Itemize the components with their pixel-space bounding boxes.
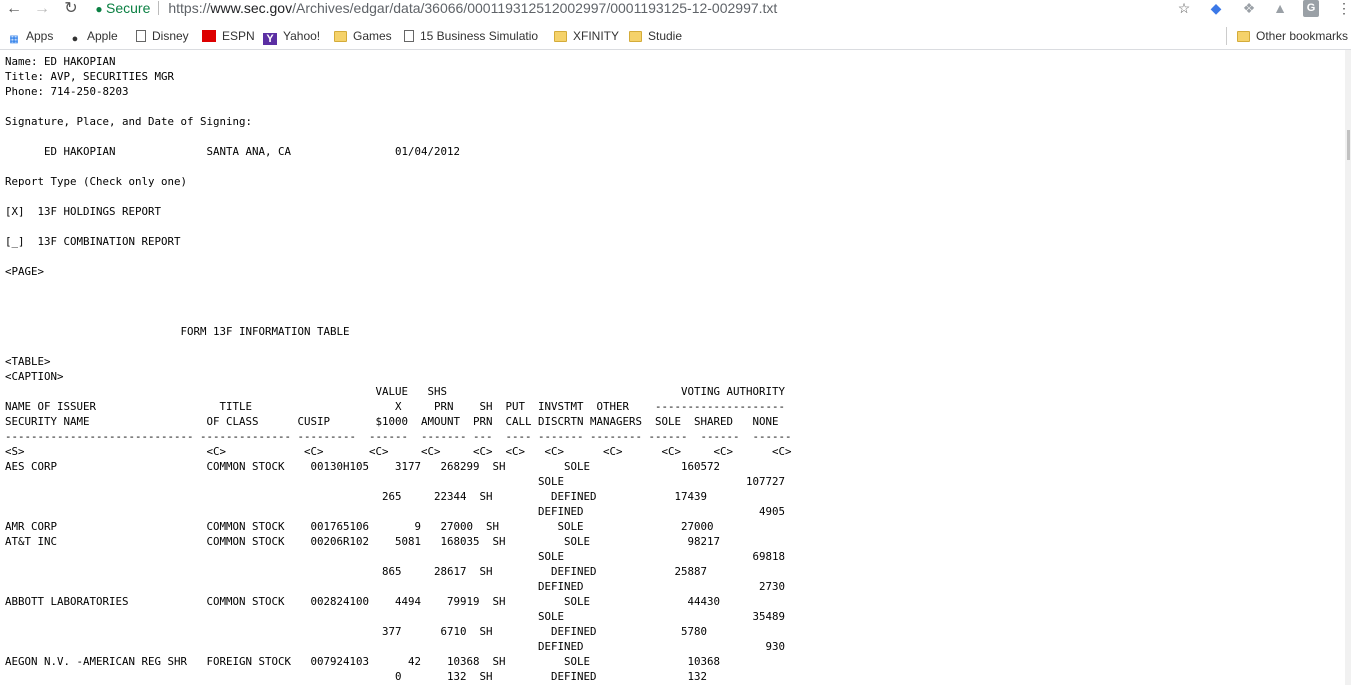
text-line: VALUE SHS VOTING AUTHORITY (5, 385, 786, 398)
menu-icon[interactable]: ⋮ (1335, 0, 1351, 17)
text-line: AEGON N.V. -AMERICAN REG SHR FOREIGN STO… (5, 655, 721, 668)
url-path: /Archives/edgar/data/36066/0001193125120… (292, 0, 778, 16)
google-drive-icon[interactable]: ▲ (1271, 0, 1289, 17)
text-line (5, 249, 792, 264)
text-line: <CAPTION> (5, 370, 64, 383)
text-line (5, 99, 792, 114)
lock-icon: ● (95, 2, 103, 16)
bookmark-label: Games (353, 29, 392, 43)
text-line: ABBOTT LABORATORIES COMMON STOCK 0028241… (5, 595, 721, 608)
text-line: Report Type (Check only one) (5, 175, 188, 188)
text-line (5, 219, 792, 234)
bookmark-label: ESPN (222, 29, 255, 43)
text-line: SOLE 69818 (5, 550, 786, 563)
espn-logo-icon (202, 30, 216, 42)
text-line: 0 132 SH DEFINED 132 (5, 670, 708, 683)
filing-text: Name: ED HAKOPIAN Title: AVP, SECURITIES … (5, 54, 792, 684)
bookmark-games[interactable]: Games (334, 27, 392, 45)
dropbox-icon[interactable]: ❖ (1240, 0, 1258, 17)
text-line: <S> <C> <C> <C> <C> <C> <C> <C> <C> <C> … (5, 445, 792, 458)
folder-icon (334, 31, 347, 42)
apple-logo-icon: ● (71, 33, 79, 45)
bookmark-other-bookmarks[interactable]: Other bookmarks (1237, 27, 1348, 45)
bookmark-label: Yahoo! (283, 29, 321, 43)
url-host: www.sec.gov (210, 0, 293, 16)
forward-arrow-icon[interactable]: → (31, 0, 53, 17)
text-line (5, 279, 792, 294)
page-icon (404, 30, 414, 42)
g-extension-icon[interactable]: G (1303, 0, 1319, 17)
text-line: NAME OF ISSUER TITLE X PRN SH PUT INVSTM… (5, 400, 786, 413)
text-line: ----------------------------- ----------… (5, 430, 792, 443)
text-line: AMR CORP COMMON STOCK 001765106 9 27000 … (5, 520, 714, 533)
secure-label: Secure (106, 0, 151, 16)
text-line: DEFINED 930 (5, 640, 786, 653)
address-bar[interactable]: ● Secure https://www.sec.gov/Archives/edga… (92, 0, 1200, 17)
bookmark-disney[interactable]: Disney (136, 27, 189, 45)
bookmark-label: Apps (26, 29, 54, 43)
yahoo-logo-icon: Y (263, 33, 277, 45)
browser-toolbar: ← → ↻ ● Secure https://www.sec.gov/Archive… (0, 0, 1351, 23)
text-line: SECURITY NAME OF CLASS CUSIP $1000 AMOUN… (5, 415, 779, 428)
text-line: FORM 13F INFORMATION TABLE (5, 325, 350, 338)
folder-icon (629, 31, 642, 42)
text-line (5, 159, 792, 174)
text-line: 265 22344 SH DEFINED 17439 (5, 490, 708, 503)
text-line: [X] 13F HOLDINGS REPORT (5, 205, 162, 218)
bookmark-apple[interactable]: ● Apple (69, 27, 118, 45)
bookmarks-divider (1226, 27, 1227, 45)
text-line: 865 28617 SH DEFINED 25887 (5, 565, 708, 578)
bookmark-studie[interactable]: Studie (629, 27, 682, 45)
text-line (5, 294, 792, 309)
text-line: SOLE 35489 (5, 610, 786, 623)
folder-icon (1237, 31, 1250, 42)
bookmark-xfinity[interactable]: XFINITY (554, 27, 619, 45)
page-icon (136, 30, 146, 42)
text-line: AES CORP COMMON STOCK 00130H105 3177 268… (5, 460, 721, 473)
text-line: Signature, Place, and Date of Signing: (5, 115, 253, 128)
text-line (5, 189, 792, 204)
text-line: ED HAKOPIAN SANTA ANA, CA 01/04/2012 (5, 145, 461, 158)
bookmarks-bar: ▦ Apps ● Apple Disney ESPN Y Yahoo! Games 1… (0, 23, 1351, 50)
text-line: AT&T INC COMMON STOCK 00206R102 5081 168… (5, 535, 721, 548)
text-line: DEFINED 4905 (5, 505, 786, 518)
bookmark-star-icon[interactable]: ☆ (1175, 0, 1193, 17)
bookmark-label: Other bookmarks (1256, 29, 1349, 43)
bookmark-label: Apple (87, 29, 118, 43)
address-separator (158, 1, 160, 15)
bookmark-label: XFINITY (573, 29, 620, 43)
bookmark-espn[interactable]: ESPN (202, 27, 255, 45)
bookmark-apps[interactable]: ▦ Apps (8, 27, 53, 45)
bookmark-label: Disney (152, 29, 189, 43)
apps-grid-icon: ▦ (9, 34, 19, 45)
bookmark-label: 15 Business Simulatio (420, 29, 539, 43)
back-arrow-icon[interactable]: ← (3, 0, 25, 17)
text-line: <PAGE> (5, 265, 45, 278)
bookmark-yahoo[interactable]: Y Yahoo! (263, 27, 320, 45)
text-line (5, 129, 792, 144)
gem-extension-icon[interactable]: ◆ (1207, 0, 1225, 17)
reload-icon[interactable]: ↻ (60, 0, 82, 17)
text-line: SOLE 107727 (5, 475, 786, 488)
text-line: 377 6710 SH DEFINED 5780 (5, 625, 708, 638)
text-line: DEFINED 2730 (5, 580, 786, 593)
text-line: Name: ED HAKOPIAN (5, 55, 116, 68)
text-line: <TABLE> (5, 355, 51, 368)
scrollbar-thumb[interactable] (1347, 130, 1350, 160)
folder-icon (554, 31, 567, 42)
bookmark-business-simulation[interactable]: 15 Business Simulatio (404, 27, 538, 45)
text-line: Title: AVP, SECURITIES MGR (5, 70, 175, 83)
text-line: [_] 13F COMBINATION REPORT (5, 235, 181, 248)
bookmark-label: Studie (648, 29, 683, 43)
text-line: Phone: 714-250-8203 (5, 85, 129, 98)
url-prefix: https:// (168, 0, 211, 16)
text-line (5, 309, 792, 324)
text-line (5, 339, 792, 354)
